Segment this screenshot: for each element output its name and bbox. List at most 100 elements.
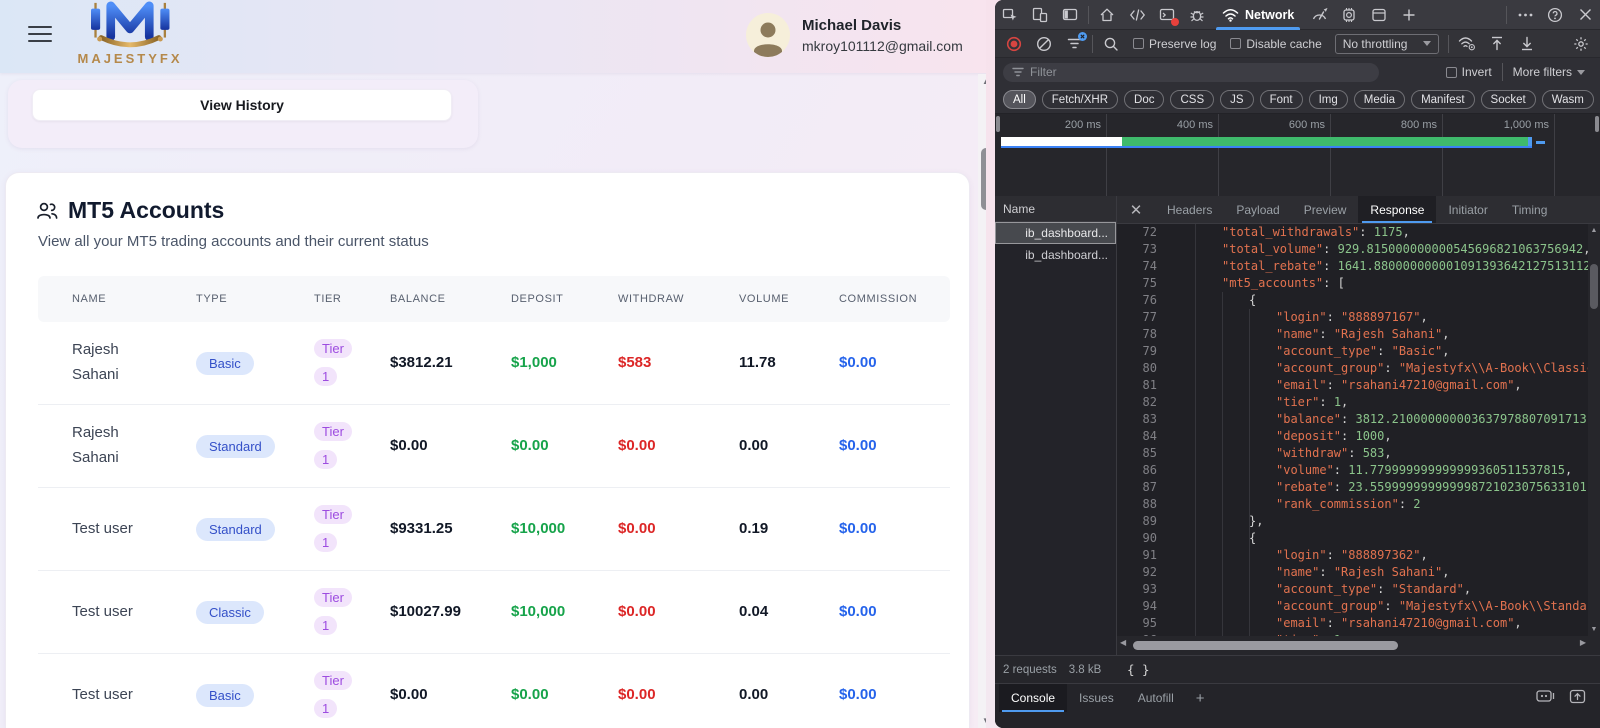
clear-network-log-icon[interactable] [1029,30,1059,58]
screenshot-stage: MAJESTYFX Michael Davis mkroy101112@gmai… [0,0,1600,728]
console-icon[interactable] [1152,1,1182,29]
response-tab-timing[interactable]: Timing [1500,196,1560,223]
network-overview[interactable]: 200 ms400 ms600 ms800 ms1,000 ms [995,114,1600,196]
expand-quickview-icon[interactable] [1569,689,1586,704]
response-tab-initiator[interactable]: Initiator [1436,196,1499,223]
overview-handle-right[interactable] [1595,116,1599,132]
code-text: { [1173,292,1256,309]
scrollbar-thumb[interactable] [1590,264,1598,309]
tab-network[interactable]: Network [1212,0,1304,30]
code-text: "account_group": "Majestyfx\\A-Book\\Sta… [1173,598,1600,615]
timeline-column: 600 ms [1219,114,1331,196]
disable-cache-checkbox[interactable]: Disable cache [1230,37,1321,51]
response-tab-headers[interactable]: Headers [1155,196,1224,223]
resource-chip-manifest[interactable]: Manifest [1411,90,1474,109]
resource-chip-css[interactable]: CSS [1170,90,1214,109]
debugger-icon[interactable] [1182,1,1212,29]
request-item[interactable]: ib_dashboard... [995,222,1116,244]
view-history-button[interactable]: View History [32,89,452,121]
memory-icon[interactable] [1334,1,1364,29]
hamburger-menu-icon[interactable] [28,26,52,44]
resource-chip-font[interactable]: Font [1260,90,1303,109]
invert-checkbox[interactable]: Invert [1446,65,1492,79]
response-horizontal-scrollbar[interactable]: ◀ ▶ [1117,636,1600,655]
elements-icon[interactable] [1122,1,1152,29]
inspect-icon[interactable] [995,1,1025,29]
timeline-column: 200 ms [995,114,1107,196]
timeline-tick: 400 ms [1177,119,1213,131]
column-header-type: TYPE [196,293,314,305]
requests-name-header[interactable]: Name [995,196,1116,222]
resource-chip-media[interactable]: Media [1354,90,1405,109]
table-row[interactable]: Test userClassicTier 1$10027.99$10,000$0… [38,571,950,654]
performance-icon[interactable] [1304,1,1334,29]
user-email: mkroy101112@gmail.com [802,38,963,54]
search-icon[interactable] [1096,30,1126,58]
resource-chip-all[interactable]: All [1003,90,1036,109]
response-tab-response[interactable]: Response [1358,196,1436,223]
checkbox-icon [1133,38,1144,49]
preserve-log-checkbox[interactable]: Preserve log [1133,37,1216,51]
balance-value: $3812.21 [390,354,453,371]
line-number: 92 [1117,564,1173,581]
format-json-button[interactable]: { } [1127,662,1150,677]
balance-value: $10027.99 [390,603,461,620]
user-menu[interactable]: Michael Davis mkroy101112@gmail.com [746,13,963,57]
table-row[interactable]: Test userStandardTier 1$9331.25$10,000$0… [38,488,950,571]
table-row[interactable]: Test userBasicTier 1$0.00$0.00$0.000.00$… [38,654,950,728]
table-row[interactable]: Rajesh SahaniStandardTier 1$0.00$0.00$0.… [38,405,950,488]
account-type-cell: Standard [196,518,314,541]
response-tab-payload[interactable]: Payload [1224,196,1291,223]
network-filter-input[interactable]: Filter [1003,63,1379,82]
record-network-log-icon[interactable] [999,30,1029,58]
close-devtools-icon[interactable] [1570,1,1600,29]
import-har-icon[interactable] [1482,30,1512,58]
drawer-tab-console[interactable]: Console [999,684,1067,712]
device-emulation-icon[interactable] [1025,1,1055,29]
response-code-viewer[interactable]: 72"total_withdrawals": 1175,73"total_vol… [1117,224,1600,636]
network-conditions-icon[interactable] [1452,30,1482,58]
scroll-up-icon[interactable]: ▲ [1588,227,1600,234]
scroll-down-icon[interactable]: ▼ [1588,626,1600,633]
resource-chip-js[interactable]: JS [1220,90,1253,109]
close-request-icon[interactable]: ✕ [1117,196,1155,223]
add-drawer-tab-icon[interactable]: + [1186,684,1215,712]
code-text: "email": "rsahani47210@gmail.com", [1173,377,1522,394]
drawer-tab-autofill[interactable]: Autofill [1126,684,1186,712]
home-icon[interactable] [1092,1,1122,29]
more-options-icon[interactable] [1510,1,1540,29]
table-body: Rajesh SahaniBasicTier 1$3812.21$1,000$5… [38,322,950,728]
line-number: 84 [1117,428,1173,445]
table-row[interactable]: Rajesh SahaniBasicTier 1$3812.21$1,000$5… [38,322,950,405]
more-filters-button[interactable]: More filters [1513,65,1585,79]
code-text: "rank_commission": 2 [1173,496,1421,513]
throttling-select[interactable]: No throttling [1335,34,1440,54]
scroll-right-icon[interactable]: ▶ [1580,638,1586,647]
export-har-icon[interactable] [1512,30,1542,58]
resource-chip-fetch-xhr[interactable]: Fetch/XHR [1042,90,1118,109]
resource-chip-doc[interactable]: Doc [1124,90,1164,109]
filter-toggle-icon[interactable] [1059,30,1089,58]
line-number: 93 [1117,581,1173,598]
drawer-layout-icon[interactable] [1536,689,1555,704]
deposit-value: $0.00 [511,686,549,703]
panel-layout-icon[interactable] [1055,1,1085,29]
response-vertical-scrollbar[interactable]: ▲ ▼ [1588,224,1600,636]
overview-handle-left[interactable] [996,116,1000,132]
code-text: { [1173,530,1256,547]
response-tab-preview[interactable]: Preview [1292,196,1359,223]
resource-chip-wasm[interactable]: Wasm [1542,90,1594,109]
code-text: "login": "888897167", [1173,309,1428,326]
scrollbar-thumb[interactable] [1133,641,1398,650]
scroll-left-icon[interactable]: ◀ [1120,638,1126,647]
request-item[interactable]: ib_dashboard... [995,244,1116,266]
resource-chip-img[interactable]: Img [1309,90,1348,109]
help-icon[interactable] [1540,1,1570,29]
waiting-segment [1001,137,1122,146]
application-icon[interactable] [1364,1,1394,29]
network-settings-icon[interactable] [1566,30,1596,58]
balance-value-cell: $3812.21 [390,354,511,372]
resource-chip-socket[interactable]: Socket [1481,90,1536,109]
add-tab-icon[interactable] [1394,1,1424,29]
drawer-tab-issues[interactable]: Issues [1067,684,1126,712]
